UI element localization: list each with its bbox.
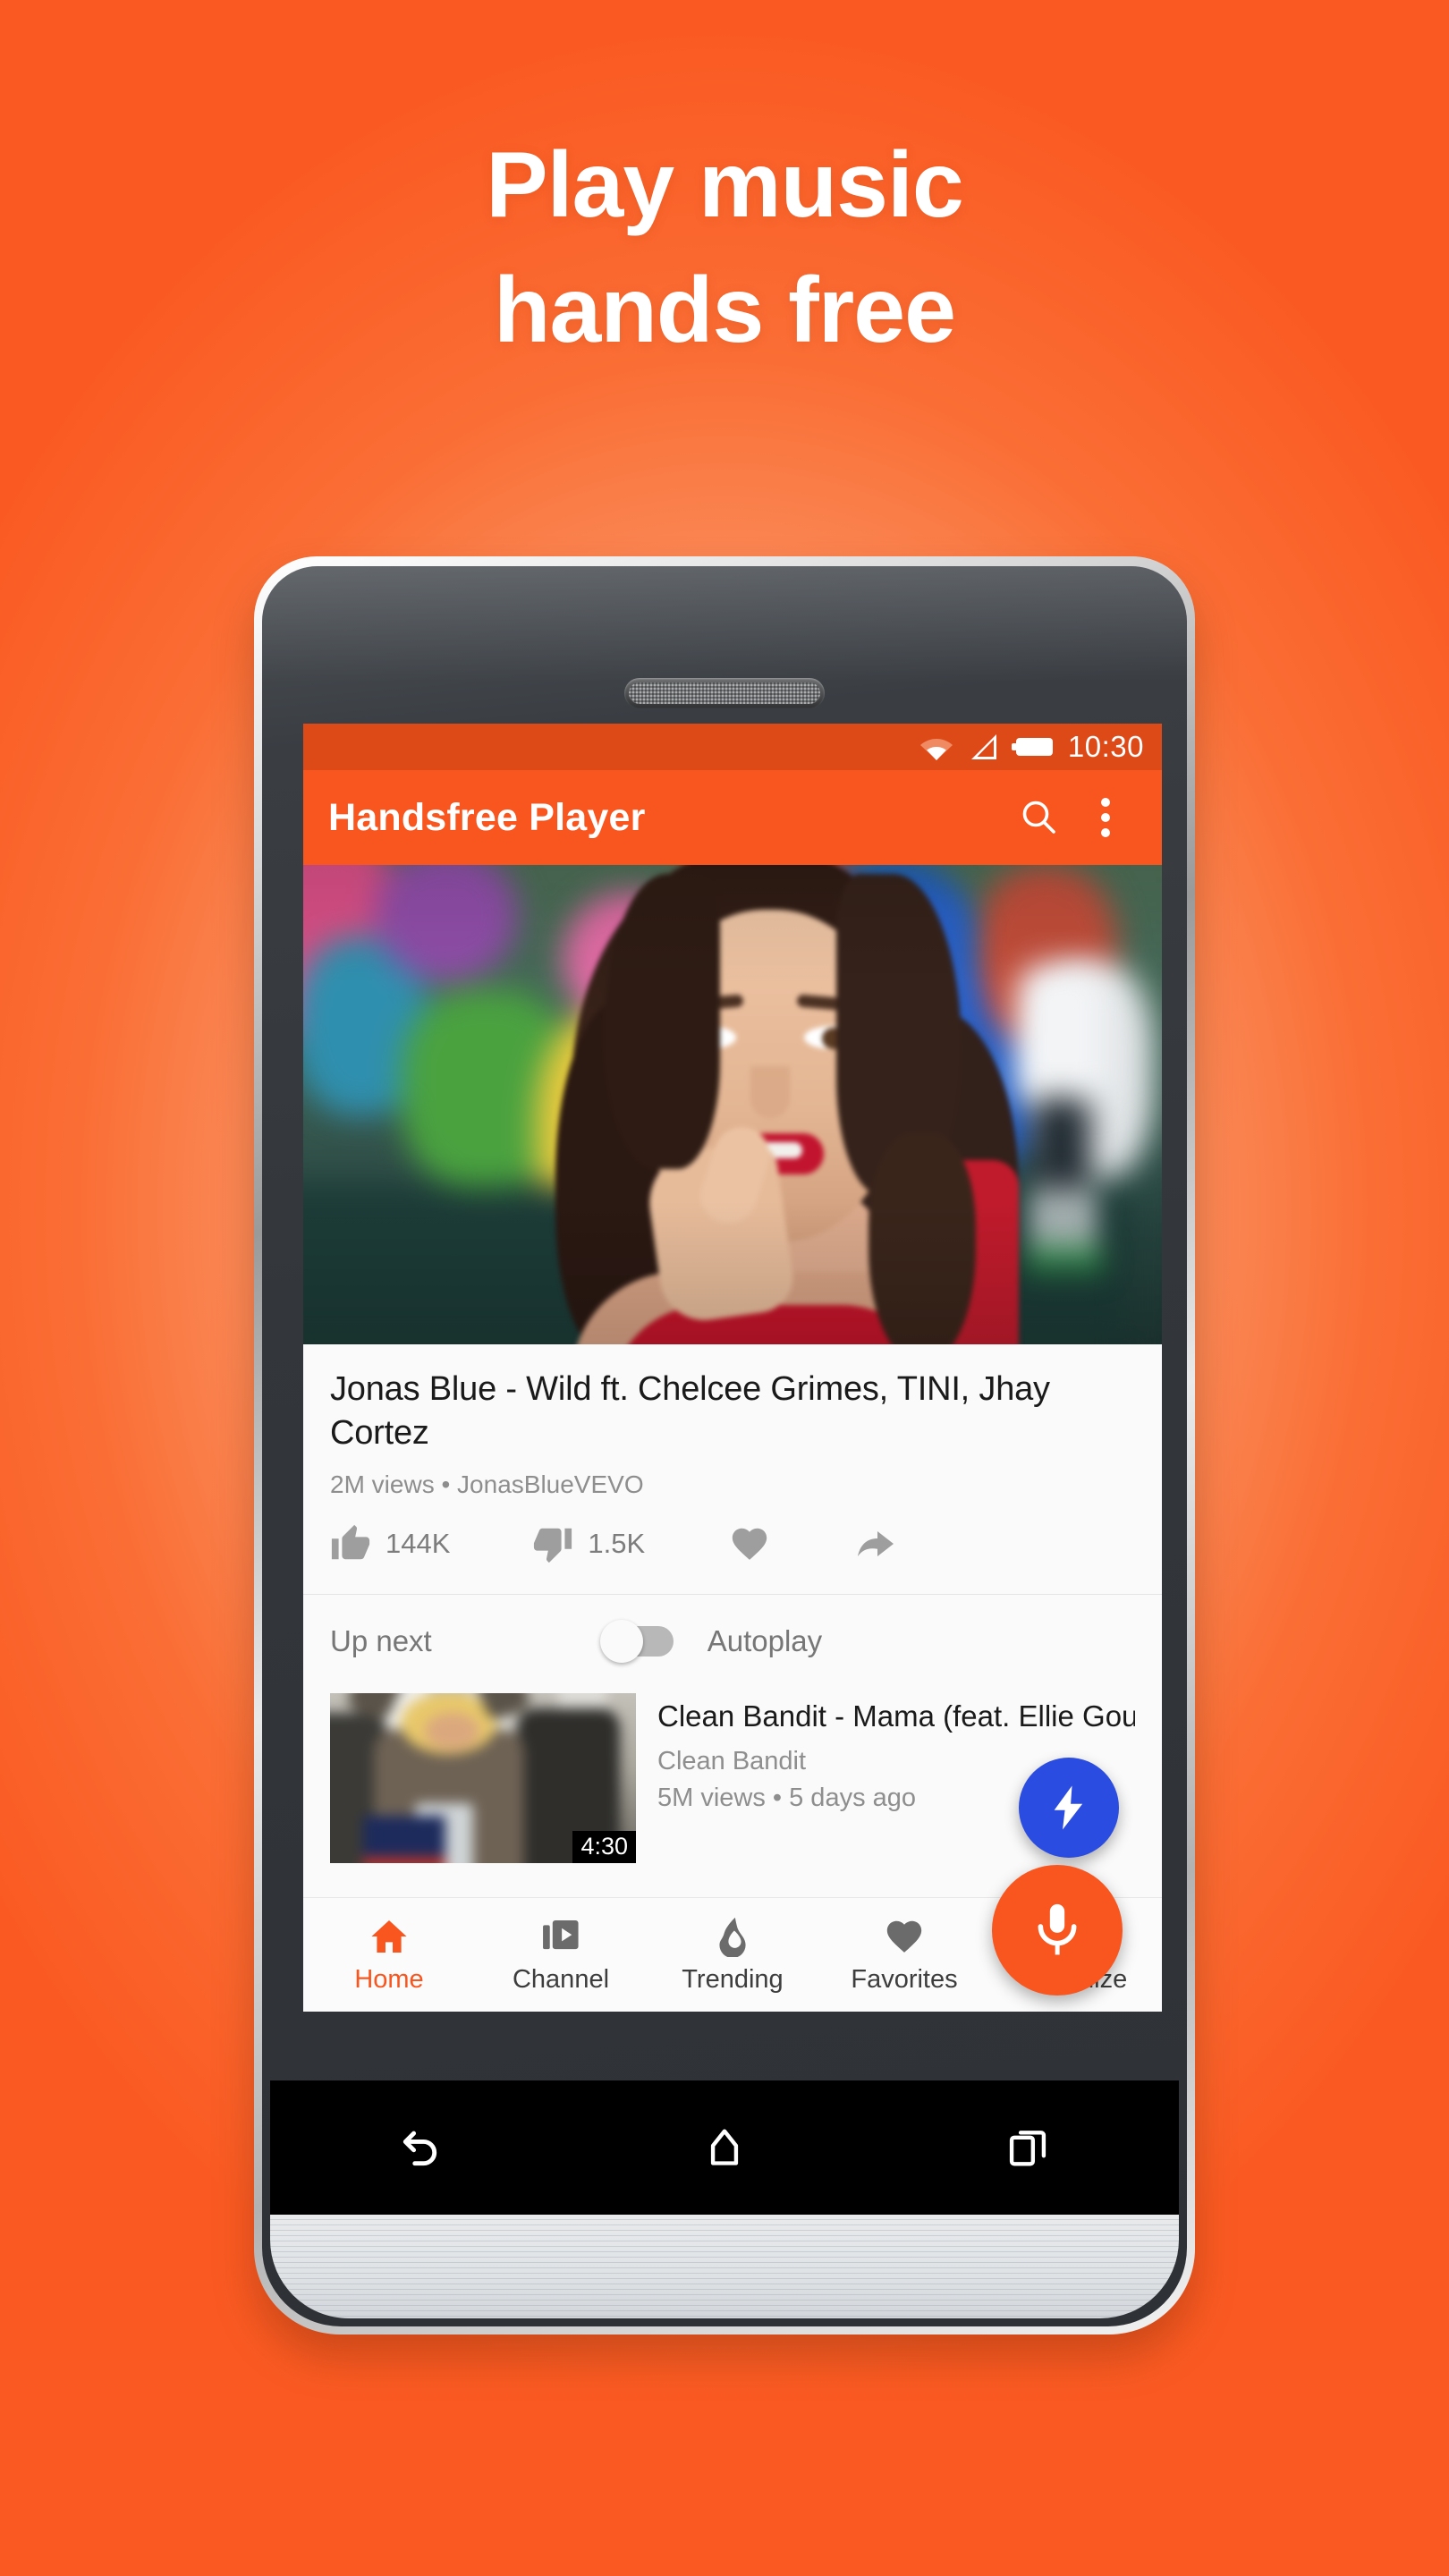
wifi-icon — [919, 733, 954, 761]
headline-line-2: hands free — [494, 258, 956, 362]
lightning-bolt-icon — [1054, 1785, 1083, 1830]
thumb-up-icon — [331, 1525, 370, 1560]
cell-signal-icon — [966, 733, 1000, 761]
phone-body: 10:30 Handsfree Player Jonas Blue - Wild… — [262, 566, 1187, 2326]
voice-fab[interactable] — [992, 1865, 1123, 1996]
page-headline: Play music hands free — [0, 139, 1449, 357]
video-title: Jonas Blue - Wild ft. Chelcee Grimes, TI… — [330, 1370, 1050, 1452]
phone-chin — [270, 2215, 1179, 2318]
app-bar: Handsfree Player — [303, 770, 1162, 865]
up-next-header: Up next Autoplay — [303, 1595, 1162, 1689]
heart-icon — [733, 1529, 767, 1561]
up-next-duration: 4:30 — [572, 1830, 636, 1864]
share-icon — [858, 1531, 894, 1557]
heart-icon — [886, 1920, 922, 1953]
tab-trending-label: Trending — [682, 1964, 784, 1994]
favorite-button[interactable] — [729, 1523, 770, 1564]
dislike-button[interactable]: 1.5K — [532, 1523, 645, 1564]
channel-play-icon — [543, 1919, 579, 1949]
back-arrow-icon — [403, 2131, 437, 2166]
thumb-down-icon — [534, 1529, 572, 1563]
video-player-thumbnail[interactable] — [303, 865, 1162, 1344]
microphone-icon — [1038, 1903, 1077, 1955]
like-button[interactable]: 144K — [330, 1523, 450, 1564]
up-next-label: Up next — [330, 1624, 432, 1658]
tab-home-label: Home — [354, 1964, 424, 1994]
status-bar: 10:30 — [303, 724, 1162, 770]
tab-favorites-label: Favorites — [851, 1964, 958, 1994]
tab-channel-label: Channel — [512, 1964, 610, 1994]
autoplay-toggle[interactable] — [599, 1620, 674, 1664]
recents-button[interactable] — [979, 2098, 1077, 2197]
tab-channel[interactable]: Channel — [475, 1898, 647, 2012]
dislike-count: 1.5K — [588, 1528, 646, 1560]
home-button[interactable] — [675, 2098, 774, 2197]
speaker-mesh — [629, 682, 820, 704]
video-still-image — [303, 865, 1162, 1344]
app-title: Handsfree Player — [328, 795, 646, 839]
share-button[interactable] — [852, 1522, 895, 1565]
phone-mockup: 10:30 Handsfree Player Jonas Blue - Wild… — [254, 556, 1195, 2334]
tab-trending[interactable]: Trending — [647, 1898, 818, 2012]
back-button[interactable] — [372, 2098, 470, 2197]
earpiece-speaker — [624, 678, 825, 708]
home-icon — [371, 1919, 407, 1953]
phone-screen: 10:30 Handsfree Player Jonas Blue - Wild… — [303, 724, 1162, 2012]
flash-fab[interactable] — [1019, 1758, 1119, 1858]
tab-home[interactable]: Home — [303, 1898, 475, 2012]
android-nav-bar — [270, 2080, 1179, 2215]
video-meta-panel: Jonas Blue - Wild ft. Chelcee Grimes, TI… — [303, 1344, 1162, 1595]
flame-icon — [719, 1917, 746, 1957]
up-next-title: Clean Bandit - Mama (feat. Ellie Gouldin… — [657, 1699, 1135, 1733]
home-pentagon-icon — [710, 2129, 739, 2165]
video-views-channel: 2M views • JonasBlueVEVO — [330, 1470, 644, 1499]
video-action-row: 144K 1.5K — [330, 1522, 1135, 1590]
like-count: 144K — [386, 1528, 451, 1560]
battery-icon — [1011, 733, 1056, 761]
headline-line-1: Play music — [486, 133, 963, 237]
autoplay-label: Autoplay — [707, 1624, 823, 1658]
autoplay-toggle-knob — [599, 1620, 643, 1664]
search-icon[interactable] — [1006, 784, 1072, 851]
up-next-thumbnail: 4:30 — [330, 1693, 636, 1864]
overflow-menu-icon[interactable] — [1072, 784, 1139, 851]
recents-squares-icon — [1009, 2131, 1046, 2166]
tab-favorites[interactable]: Favorites — [818, 1898, 990, 2012]
status-bar-clock: 10:30 — [1067, 730, 1144, 763]
